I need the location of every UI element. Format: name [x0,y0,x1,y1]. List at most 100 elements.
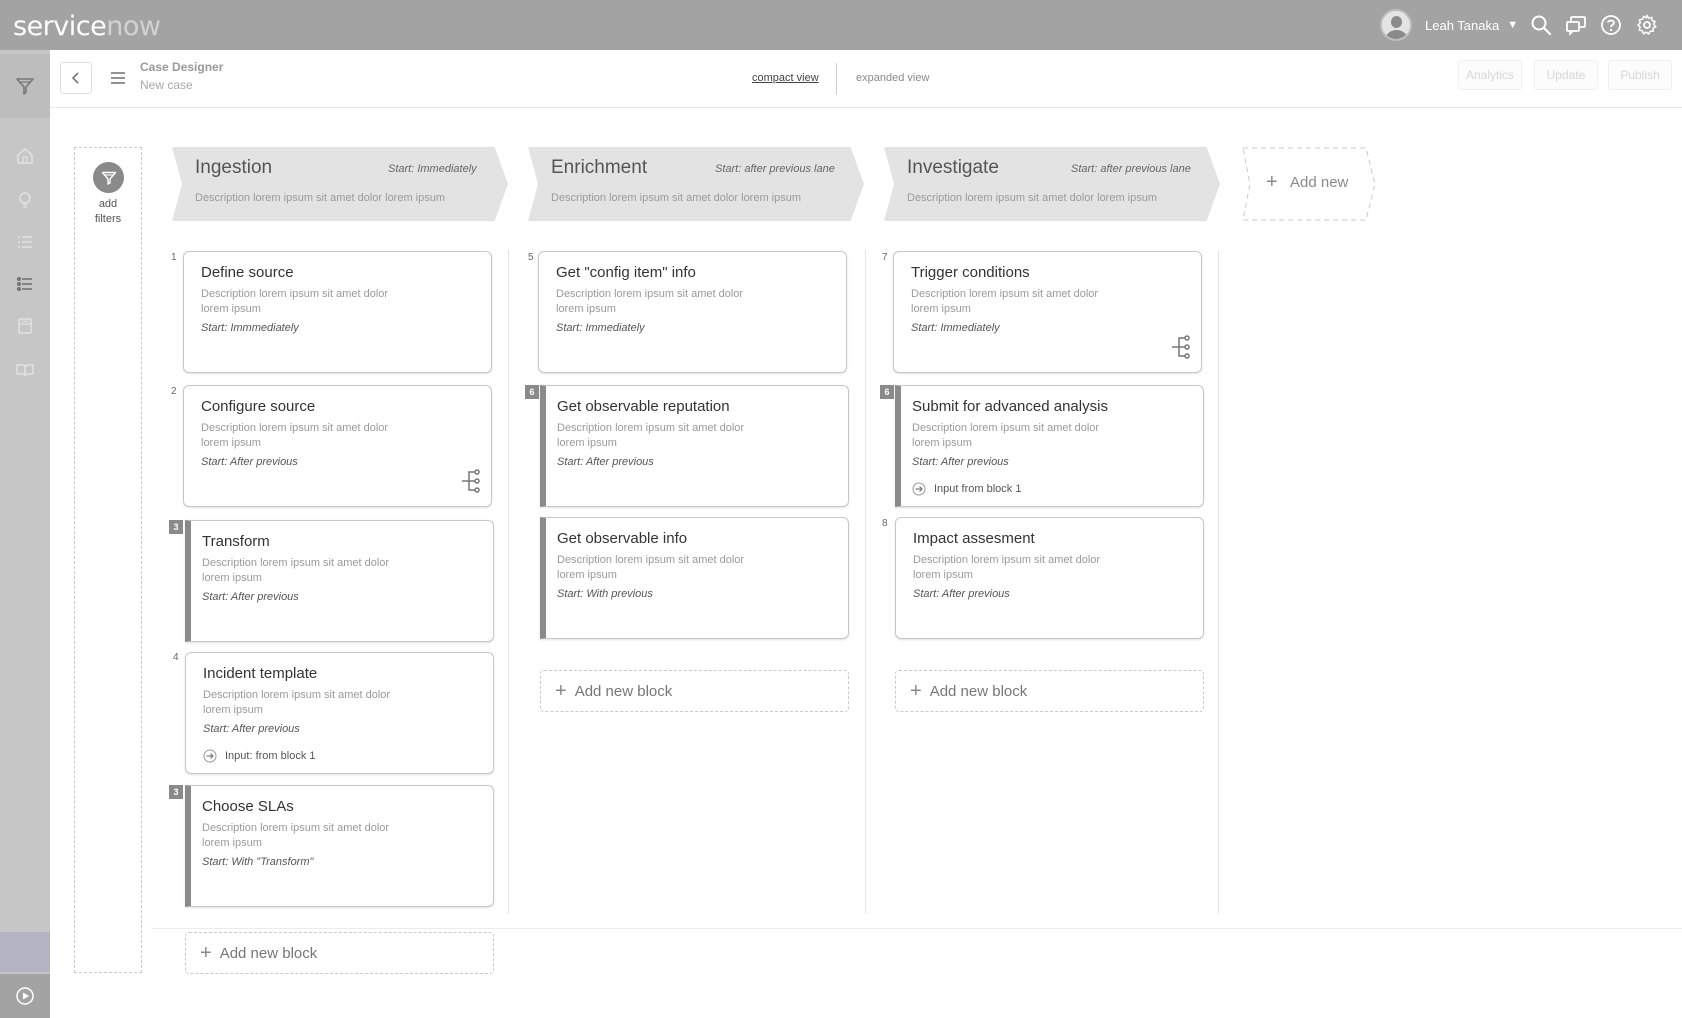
add-filters-label[interactable]: add filters [80,197,136,227]
list-active-icon [16,276,32,292]
lane-description: Description lorem ipsum sit amet dolor l… [907,192,1158,204]
block-title: Incident template [203,665,318,682]
avatar [1380,9,1412,41]
page-subtitle: New case [140,78,193,92]
archive-icon [18,318,32,334]
block-card-define-source[interactable]: Define source Description lorem ipsum si… [183,251,492,373]
add-new-lane-button[interactable]: + Add new [1242,147,1376,221]
block-start: Start: After previous [557,456,654,468]
block-card-get-observable-info[interactable]: Get observable info Description lorem ip… [540,517,849,639]
plus-icon: + [555,679,567,702]
publish-button[interactable]: Publish [1608,60,1672,90]
block-input-label: Input: from block 1 [225,750,316,762]
rail-archive[interactable] [0,306,50,346]
help-icon[interactable] [1600,14,1622,36]
block-description: Description lorem ipsum sit amet dolor l… [913,554,1101,581]
update-button[interactable]: Update [1534,60,1598,90]
block-description: Description lorem ipsum sit amet dolor l… [557,554,745,581]
rail-ideas[interactable] [0,180,50,220]
block-input[interactable]: Input: from block 1 [203,749,316,763]
rail-list[interactable] [0,222,50,262]
block-description: Description lorem ipsum sit amet dolor l… [201,422,389,449]
lane-start: Start: after previous lane [1071,163,1191,175]
block-card-incident-template[interactable]: Incident template Description lorem ipsu… [185,652,494,774]
lightbulb-icon [19,192,31,209]
block-card-submit-advanced-analysis[interactable]: Submit for advanced analysis Description… [895,385,1204,507]
block-card-configure-source[interactable]: Configure source Description lorem ipsum… [183,385,492,507]
block-description: Description lorem ipsum sit amet dolor l… [203,689,391,716]
block-number: 1 [171,252,177,263]
block-description: Description lorem ipsum sit amet dolor l… [202,557,390,584]
logo-service: service [13,11,107,42]
add-new-block-button-ingestion[interactable]: + Add new block [185,932,494,974]
block-start: Start: After previous [202,591,299,603]
rail-book[interactable] [0,350,50,390]
block-description: Description lorem ipsum sit amet dolor l… [201,288,389,315]
search-icon[interactable] [1530,14,1552,36]
rail-filter[interactable] [0,54,50,118]
block-card-choose-slas[interactable]: Choose SLAs Description lorem ipsum sit … [185,785,494,907]
add-filters-button[interactable] [93,162,124,193]
analytics-button[interactable]: Analytics [1458,60,1522,90]
top-bar: servicenow Leah Tanaka ▼ [0,0,1682,50]
filter-icon [16,78,34,95]
block-number: 8 [882,518,888,529]
view-divider [836,63,837,95]
block-number-badge: 3 [169,520,183,534]
lane-title: Investigate [907,157,999,178]
block-start: Start: After previous [913,588,1010,600]
lane-separator [865,250,866,914]
rail-home[interactable] [0,136,50,176]
add-new-block-button-enrichment[interactable]: + Add new block [540,670,849,712]
lane-start: Start: after previous lane [715,163,835,175]
block-card-impact-assesment[interactable]: Impact assesment Description lorem ipsum… [895,517,1204,639]
board-bottom-line [152,928,1682,929]
block-number-badge: 6 [525,385,539,399]
block-title: Configure source [201,398,316,415]
block-description: Description lorem ipsum sit amet dolor l… [911,288,1099,315]
branch-icon[interactable] [1171,334,1191,360]
sub-header: Case Designer New case compact view expa… [50,50,1682,108]
add-new-block-label: Add new block [219,944,318,962]
add-filters-label-line1: add [98,198,118,210]
lane-header-enrichment[interactable]: Enrichment Start: after previous lane De… [528,147,864,221]
list-icon [18,236,32,248]
block-card-get-observable-reputation[interactable]: Get observable reputation Description lo… [540,385,849,507]
lane-description: Description lorem ipsum sit amet dolor l… [551,192,802,204]
menu-button[interactable] [106,66,130,90]
block-input[interactable]: Input from block 1 [912,482,1021,496]
block-start: Start: Immediately [911,322,1000,334]
block-number: 2 [171,386,177,397]
block-number: 7 [882,252,888,263]
block-number: 5 [528,252,534,263]
compact-view-link[interactable]: compact view [752,72,819,84]
user-menu[interactable]: Leah Tanaka ▼ [1380,9,1518,41]
chat-icon[interactable] [1565,14,1587,36]
expanded-view-link[interactable]: expanded view [856,72,929,84]
left-rail [0,50,50,1018]
lane-header-ingestion[interactable]: Ingestion Start: Immediately Description… [172,147,508,221]
chevron-left-icon [71,72,79,84]
back-button[interactable] [60,62,92,94]
block-title: Get observable reputation [557,398,730,415]
block-title: Define source [201,264,294,281]
block-title: Submit for advanced analysis [912,398,1108,415]
logo-now: now [106,11,161,42]
block-card-transform[interactable]: Transform Description lorem ipsum sit am… [185,520,494,642]
block-card-get-config-item-info[interactable]: Get "config item" info Description lorem… [538,251,847,373]
lane-header-investigate[interactable]: Investigate Start: after previous lane D… [884,147,1220,221]
servicenow-logo[interactable]: servicenow [13,11,161,42]
block-card-trigger-conditions[interactable]: Trigger conditions Description lorem ips… [893,251,1202,373]
branch-icon[interactable] [461,468,481,494]
block-title: Get "config item" info [556,264,696,281]
rail-play[interactable] [0,974,50,1018]
lane-separator [508,250,509,914]
lane-title: Ingestion [195,157,273,178]
block-title: Impact assesment [913,530,1035,547]
gear-icon[interactable] [1636,14,1658,36]
block-description: Description lorem ipsum sit amet dolor l… [557,422,745,449]
rail-list-active[interactable] [0,264,50,304]
play-icon [16,987,34,1005]
add-new-block-button-investigate[interactable]: + Add new block [895,670,1204,712]
hamburger-icon [111,72,125,84]
